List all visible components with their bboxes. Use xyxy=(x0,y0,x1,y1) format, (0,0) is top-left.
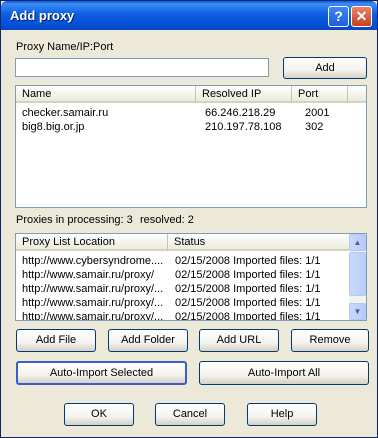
proxy-list-location-table[interactable]: Proxy List Location Status http://www.cy… xyxy=(15,233,367,321)
proxy-name-input[interactable] xyxy=(15,58,269,77)
add-proxy-dialog: Add proxy ? ✕ Proxy Name/IP:Port Add Nam… xyxy=(0,0,378,438)
port-cell: 302 xyxy=(305,121,324,133)
status-cell: 02/15/2008 Imported files: 1/1 xyxy=(175,283,321,295)
ok-button[interactable]: OK xyxy=(64,403,134,426)
scroll-down-icon[interactable]: ▼ xyxy=(349,303,366,320)
add-url-button[interactable]: Add URL xyxy=(199,329,279,352)
proxy-name-cell: checker.samair.ru xyxy=(22,107,109,119)
add-button[interactable]: Add xyxy=(283,57,367,79)
resolved-ip-cell: 66.246.218.29 xyxy=(205,107,276,119)
resolved-count: resolved: 2 xyxy=(140,214,194,226)
resolved-ip-cell: 210.197.78.108 xyxy=(205,121,282,133)
proxy-name-cell: big8.big.or.jp xyxy=(22,121,85,133)
add-file-button[interactable]: Add File xyxy=(16,329,96,352)
location-cell: http://www.samair.ru/proxy/... xyxy=(22,311,164,321)
port-cell: 2001 xyxy=(305,107,330,119)
status-cell: 02/15/2008 Imported files: 1/1 xyxy=(175,311,321,321)
window-title: Add proxy xyxy=(10,8,75,23)
remove-button[interactable]: Remove xyxy=(291,329,369,352)
location-cell: http://www.samair.ru/proxy/... xyxy=(22,297,164,309)
vertical-scrollbar[interactable]: ▲ ▼ xyxy=(349,234,366,320)
help-button[interactable]: Help xyxy=(247,403,317,426)
status-cell: 02/15/2008 Imported files: 1/1 xyxy=(175,255,321,267)
port-column-header[interactable]: Port xyxy=(292,86,348,103)
status-cell: 02/15/2008 Imported files: 1/1 xyxy=(175,269,321,281)
proxy-name-label: Proxy Name/IP:Port xyxy=(16,41,114,53)
proxy-table[interactable]: Name Resolved IP Port checker.samair.ru … xyxy=(15,85,367,208)
location-cell: http://www.samair.ru/proxy/ xyxy=(22,269,155,281)
scroll-up-icon[interactable]: ▲ xyxy=(349,234,366,251)
processing-count: Proxies in processing: 3 xyxy=(16,214,133,226)
auto-import-selected-button[interactable]: Auto-Import Selected xyxy=(16,361,187,385)
status-cell: 02/15/2008 Imported files: 1/1 xyxy=(175,297,321,309)
header-filler xyxy=(348,86,366,103)
name-column-header[interactable]: Name xyxy=(16,86,196,103)
scroll-thumb[interactable] xyxy=(349,252,366,296)
location-cell: http://www.samair.ru/proxy/... xyxy=(22,283,164,295)
resolved-ip-column-header[interactable]: Resolved IP xyxy=(196,86,292,103)
cancel-button[interactable]: Cancel xyxy=(155,403,225,426)
add-folder-button[interactable]: Add Folder xyxy=(108,329,188,352)
location-column-header[interactable]: Proxy List Location xyxy=(16,234,168,251)
auto-import-all-button[interactable]: Auto-Import All xyxy=(199,361,369,385)
help-title-button[interactable]: ? xyxy=(328,6,349,27)
status-column-header[interactable]: Status xyxy=(168,234,350,251)
close-button[interactable]: ✕ xyxy=(351,6,372,27)
title-bar[interactable]: Add proxy ? ✕ xyxy=(1,1,377,30)
location-cell: http://www.cybersyndrome.... xyxy=(22,255,164,267)
